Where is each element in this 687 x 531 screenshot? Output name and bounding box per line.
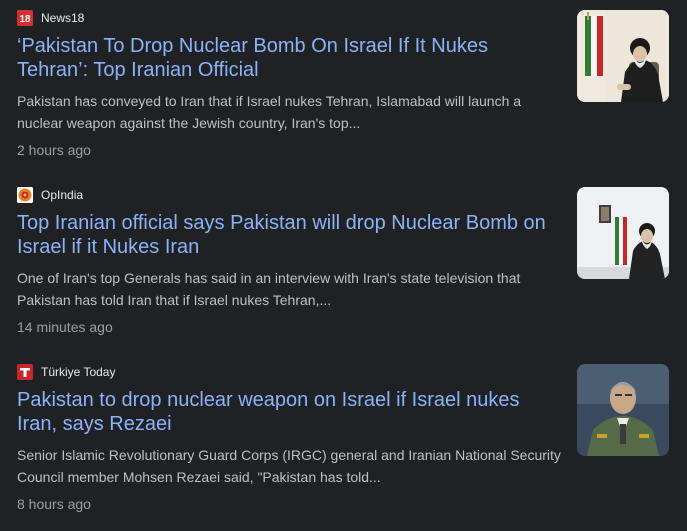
article-thumbnail[interactable]: [577, 10, 669, 102]
article-thumbnail[interactable]: [577, 187, 669, 279]
article-headline[interactable]: Pakistan to drop nuclear weapon on Israe…: [17, 388, 547, 436]
article-snippet: Pakistan has conveyed to Iran that if Is…: [17, 93, 522, 131]
source-row: OpIndia: [17, 187, 83, 203]
opindia-logo-icon: [17, 187, 33, 203]
article-headline[interactable]: ‘Pakistan To Drop Nuclear Bomb On Israel…: [17, 34, 547, 82]
source-row: 18 News18: [17, 10, 84, 26]
turkiye-today-logo-icon: [17, 364, 33, 380]
source-name[interactable]: OpIndia: [41, 188, 83, 202]
article-time: 8 hours ago: [17, 496, 91, 512]
source-row: Türkiye Today: [17, 364, 115, 380]
article-snippet: Senior Islamic Revolutionary Guard Corps…: [17, 447, 561, 485]
news-article[interactable]: OpIndia Top Iranian official says Pakist…: [0, 177, 687, 354]
article-thumbnail[interactable]: [577, 364, 669, 456]
article-snippet: One of Iran's top Generals has said in a…: [17, 270, 521, 308]
source-name[interactable]: News18: [41, 11, 84, 25]
news-article[interactable]: Türkiye Today Pakistan to drop nuclear w…: [0, 354, 687, 531]
svg-text:18: 18: [19, 14, 31, 25]
source-name[interactable]: Türkiye Today: [41, 365, 115, 379]
article-time: 2 hours ago: [17, 142, 91, 158]
article-time: 14 minutes ago: [17, 319, 113, 335]
news-feed: 18 News18 ‘Pakistan To Drop Nuclear Bomb…: [0, 0, 687, 513]
news-article[interactable]: 18 News18 ‘Pakistan To Drop Nuclear Bomb…: [0, 0, 687, 177]
news18-logo-icon: 18: [17, 10, 33, 26]
article-headline[interactable]: Top Iranian official says Pakistan will …: [17, 211, 547, 259]
